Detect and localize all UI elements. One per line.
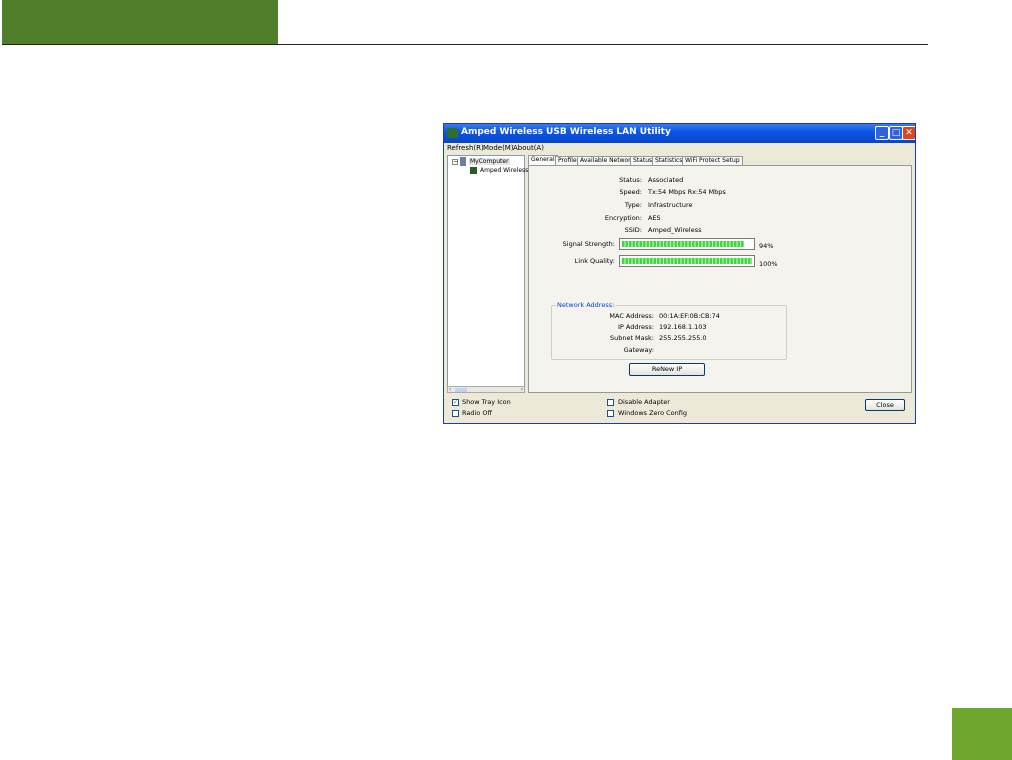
close-button[interactable]: Close: [865, 399, 905, 411]
radio-off-checkbox[interactable]: [452, 410, 459, 417]
scrollbar-thumb[interactable]: [455, 388, 467, 392]
signal-strength-fill: [622, 241, 745, 247]
wlan-utility-window: Amped Wireless USB Wireless LAN Utility …: [443, 123, 916, 424]
link-quality-label: Link Quality:: [574, 257, 615, 265]
show-tray-icon-label: Show Tray Icon: [462, 398, 511, 406]
windows-zero-config-label: Windows Zero Config: [618, 409, 687, 417]
network-address-group: Network Address: MAC Address: 00:1A:EF:0…: [551, 301, 787, 360]
show-tray-icon-checkbox[interactable]: ✓: [452, 399, 459, 406]
tree-item-amped-wireless[interactable]: Amped Wireless: [480, 167, 528, 174]
ssid-value: Amped_Wireless: [648, 226, 702, 234]
signal-strength-label: Signal Strength:: [562, 240, 615, 248]
link-quality-meter: [619, 255, 755, 267]
footer-options: ✓ Show Tray Icon Radio Off Disable Adapt…: [444, 394, 915, 423]
subnet-mask-label: Subnet Mask:: [609, 334, 654, 342]
scroll-right-arrow-icon[interactable]: ›: [521, 386, 523, 393]
disable-adapter-label: Disable Adapter: [618, 398, 670, 406]
header-green-block: [2, 0, 278, 44]
computer-icon: [460, 157, 466, 166]
type-label: Type:: [624, 201, 642, 209]
speed-value: Tx:54 Mbps Rx:54 Mbps: [648, 188, 726, 196]
minimize-button[interactable]: _: [875, 126, 889, 140]
adapter-tree: − MyComputer Amped Wireless: [447, 155, 528, 392]
title-bar[interactable]: Amped Wireless USB Wireless LAN Utility …: [444, 124, 915, 143]
menu-bar: Refresh(R) Mode(M) About(A): [444, 143, 915, 153]
type-value: Infrastructure: [648, 201, 693, 209]
menu-mode[interactable]: Mode(M): [483, 144, 514, 152]
tab-profile[interactable]: Profile: [555, 156, 580, 165]
mac-address-label: MAC Address:: [609, 312, 654, 320]
adapter-icon: [470, 167, 477, 174]
tab-wifi-protect-setup[interactable]: WiFi Protect Setup: [682, 156, 743, 165]
encryption-label: Encryption:: [604, 214, 642, 222]
speed-label: Speed:: [619, 188, 642, 196]
windows-zero-config-checkbox[interactable]: [607, 410, 614, 417]
app-icon: [447, 128, 458, 138]
ip-address-value: 192.168.1.103: [659, 323, 707, 331]
link-quality-percent: 100%: [759, 260, 778, 268]
radio-off-label: Radio Off: [462, 409, 492, 417]
tab-statistics[interactable]: Statistics: [652, 156, 686, 165]
page-corner-green-block: [952, 708, 1012, 760]
maximize-button[interactable]: □: [889, 126, 903, 140]
gateway-label: Gateway:: [623, 346, 654, 354]
header-rule: [2, 44, 928, 45]
window-title: Amped Wireless USB Wireless LAN Utility: [461, 127, 671, 137]
signal-strength-meter: [619, 238, 755, 250]
disable-adapter-checkbox[interactable]: [607, 399, 614, 406]
signal-strength-percent: 94%: [759, 242, 774, 250]
subnet-mask-value: 255.255.255.0: [659, 334, 707, 342]
general-tab-panel: Status: Associated Speed: Tx:54 Mbps Rx:…: [528, 165, 912, 393]
status-label: Status:: [619, 176, 642, 184]
menu-about[interactable]: About(A): [513, 144, 544, 152]
encryption-value: AES: [648, 214, 661, 222]
scroll-left-arrow-icon[interactable]: ‹: [449, 386, 451, 393]
tree-horizontal-scrollbar[interactable]: ‹ ›: [447, 386, 525, 393]
mac-address-value: 00:1A:EF:0B:CB:74: [659, 312, 720, 320]
renew-ip-button[interactable]: ReNew IP: [629, 363, 705, 376]
network-address-title: Network Address:: [556, 301, 616, 309]
link-quality-fill: [622, 258, 752, 264]
tree-expander[interactable]: −: [452, 159, 458, 165]
tab-available-network[interactable]: Available Network: [577, 156, 638, 165]
close-window-button[interactable]: ✕: [902, 126, 915, 140]
menu-refresh[interactable]: Refresh(R): [447, 144, 484, 152]
status-value: Associated: [648, 176, 684, 184]
ssid-label: SSID:: [624, 226, 642, 234]
tree-item-mycomputer[interactable]: MyComputer: [469, 158, 510, 165]
ip-address-label: IP Address:: [618, 323, 654, 331]
